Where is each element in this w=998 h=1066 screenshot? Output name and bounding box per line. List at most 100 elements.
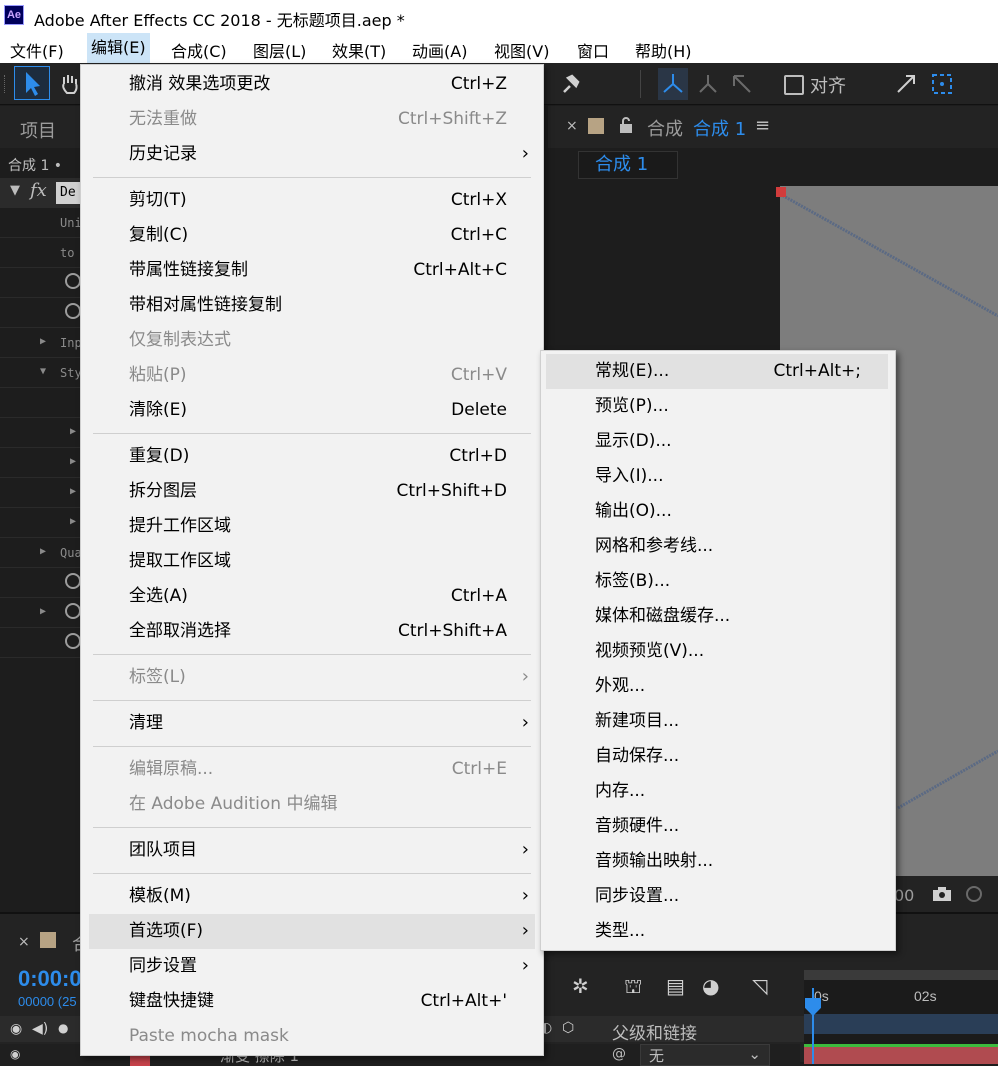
menu-3[interactable]: 图层(L) [253,38,306,62]
graph-editor-icon[interactable]: ◹ [752,974,767,998]
frame-blending-icon[interactable]: ▤ [666,974,685,998]
comp-flowchart-tab[interactable]: 合成 1 [578,151,678,179]
menu-7[interactable]: 窗口 [577,38,609,62]
effect-property-row[interactable]: ▶ [0,508,88,538]
expand-triangle-icon[interactable]: ▶ [40,336,46,347]
effect-property-row[interactable]: ▶ [0,448,88,478]
solo-icon[interactable]: ● [58,1021,68,1035]
edit-menu-item-4[interactable]: 剪切(T) Ctrl+X [81,183,543,218]
pickwhip-icon[interactable]: @ [612,1046,626,1062]
effect-property-row[interactable]: Uni [0,208,88,238]
show-snapshot-icon[interactable] [962,884,986,904]
stopwatch-icon[interactable] [65,303,81,319]
expand-triangle-icon[interactable]: ▶ [40,546,46,557]
prefs-item-2[interactable]: 显示(D)... [541,424,895,459]
menu-4[interactable]: 效果(T) [332,38,386,62]
prefs-item-15[interactable]: 同步设置... [541,879,895,914]
prefs-item-9[interactable]: 外观... [541,669,895,704]
motion-blur-icon[interactable]: ◕ [702,974,719,998]
edit-menu-item-15[interactable]: 提取工作区域 [81,544,543,579]
edit-menu-item-31[interactable]: 键盘快捷键 Ctrl+Alt+' [81,984,543,1019]
prefs-item-8[interactable]: 视频预览(V)... [541,634,895,669]
prefs-item-3[interactable]: 导入(I)... [541,459,895,494]
world-axis-button[interactable] [694,70,722,98]
expand-triangle-icon[interactable]: ▶ [70,456,76,467]
local-axis-button[interactable] [658,68,688,100]
effect-property-row[interactable]: ▶ Qua [0,538,88,568]
effect-property-row[interactable] [0,568,88,598]
work-area-bar[interactable] [804,970,998,980]
layer-duration-bar[interactable] [804,1044,998,1064]
camera-snapshot-icon[interactable] [932,886,952,902]
edit-menu-item-14[interactable]: 提升工作区域 [81,509,543,544]
menu-6[interactable]: 视图(V) [494,38,549,62]
effect-property-row[interactable] [0,628,88,658]
prefs-item-14[interactable]: 音频输出映射... [541,844,895,879]
work-area-range[interactable] [804,1014,998,1034]
snap-toggle-button[interactable] [928,70,956,98]
effect-property-row[interactable]: ▶ [0,598,88,628]
effect-property-row[interactable]: ▶ [0,478,88,508]
lock-icon[interactable] [618,116,634,134]
effect-property-row[interactable]: ▶ [0,418,88,448]
menu-8[interactable]: 帮助(H) [635,38,692,62]
stopwatch-icon[interactable] [65,603,81,619]
edit-menu-item-30[interactable]: 同步设置 › [81,949,543,984]
prefs-item-12[interactable]: 内存... [541,774,895,809]
hide-shy-icon[interactable]: ⛫ [624,974,642,1001]
edit-menu-item-7[interactable]: 带相对属性链接复制 [81,288,543,323]
expand-triangle-icon[interactable]: ▶ [40,606,46,617]
panel-menu-icon[interactable]: ≡ [755,115,770,136]
effect-property-row[interactable]: ▶ Inp [0,328,88,358]
prefs-item-13[interactable]: 音频硬件... [541,809,895,844]
snap-checkbox[interactable] [784,75,804,95]
prefs-item-11[interactable]: 自动保存... [541,739,895,774]
expand-triangle-icon[interactable]: ▶ [70,516,76,527]
prefs-item-10[interactable]: 新建项目... [541,704,895,739]
zoom-readout[interactable]: 00 [894,886,914,905]
expand-triangle-icon[interactable]: ▶ [70,486,76,497]
prefs-item-5[interactable]: 网格和参考线... [541,529,895,564]
menu-2[interactable]: 合成(C) [171,38,227,62]
stopwatch-icon[interactable] [65,633,81,649]
tab-comp-1[interactable]: 合成 1 [693,115,746,141]
current-timecode[interactable]: 0:00:0 [18,966,82,992]
prefs-item-1[interactable]: 预览(P)... [541,389,895,424]
edit-menu-item-2[interactable]: 历史记录 › [81,137,543,172]
layer-eye-icon[interactable]: ◉ [10,1047,20,1061]
effect-property-row[interactable] [0,388,88,418]
edit-menu-item-28[interactable]: 模板(M) › [81,879,543,914]
effect-property-row[interactable]: to [0,238,88,268]
collapse-triangle-icon[interactable]: ▼ [10,183,20,198]
prefs-item-4[interactable]: 输出(O)... [541,494,895,529]
speaker-icon[interactable]: ◀) [32,1021,48,1037]
menu-0[interactable]: 文件(F) [10,38,64,62]
timeline-close-icon[interactable]: × [18,934,30,950]
close-icon[interactable]: × [566,118,578,134]
draft-3d-icon[interactable]: ✲ [572,974,589,998]
stopwatch-icon[interactable] [65,273,81,289]
edit-menu-item-26[interactable]: 团队项目 › [81,833,543,868]
edit-menu-item-0[interactable]: 撤消 效果选项更改 Ctrl+Z [81,67,543,102]
eye-icon[interactable]: ◉ [10,1021,22,1037]
prefs-item-6[interactable]: 标签(B)... [541,564,895,599]
expand-tool-button[interactable] [892,70,920,98]
edit-menu-item-16[interactable]: 全选(A) Ctrl+A [81,579,543,614]
time-ruler-area[interactable]: 0s 02s [804,970,998,1064]
tab-project[interactable]: 项目 [20,117,56,143]
stopwatch-icon[interactable] [65,573,81,589]
menu-1[interactable]: 编辑(E) [87,33,150,63]
prefs-item-16[interactable]: 类型... [541,914,895,949]
edit-menu-item-29[interactable]: 首选项(F) › [89,914,535,949]
edit-menu-item-12[interactable]: 重复(D) Ctrl+D [81,439,543,474]
edit-menu-item-6[interactable]: 带属性链接复制 Ctrl+Alt+C [81,253,543,288]
menu-5[interactable]: 动画(A) [412,38,467,62]
edit-menu-item-10[interactable]: 清除(E) Delete [81,393,543,428]
effect-property-row[interactable] [0,268,88,298]
parent-select[interactable]: 无 ⌄ [640,1044,770,1066]
edit-menu-item-21[interactable]: 清理 › [81,706,543,741]
edit-menu-item-5[interactable]: 复制(C) Ctrl+C [81,218,543,253]
effect-property-row[interactable]: ▼ Sty [0,358,88,388]
prefs-item-7[interactable]: 媒体和磁盘缓存... [541,599,895,634]
selection-tool-button[interactable] [14,66,50,100]
